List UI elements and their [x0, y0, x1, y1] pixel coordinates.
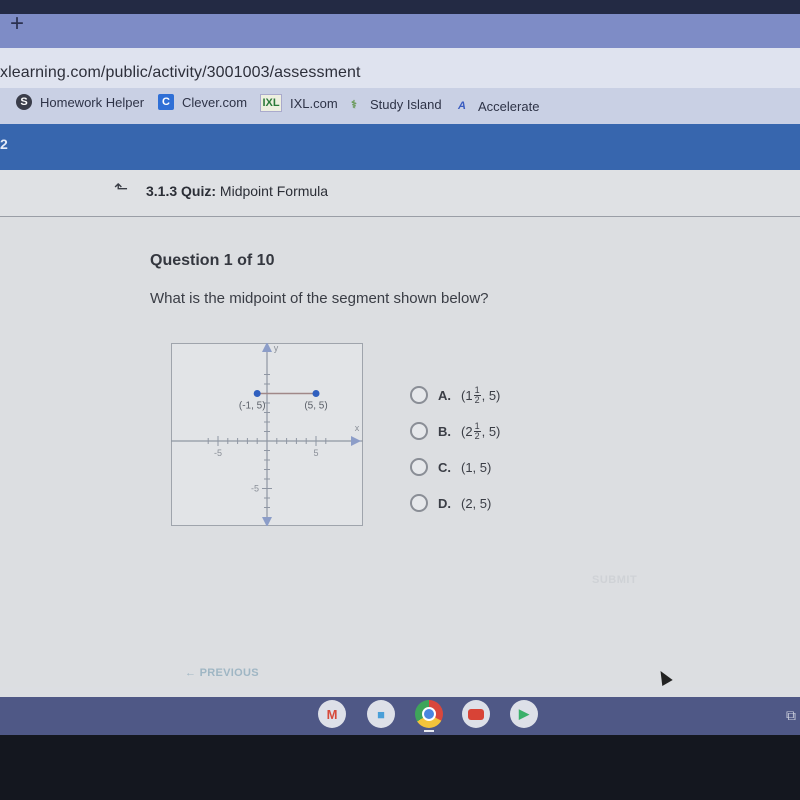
- y-axis-arrow-up: [262, 343, 272, 352]
- numerator: 1: [473, 384, 481, 396]
- fraction: 12: [473, 420, 481, 441]
- denominator: 2: [474, 394, 480, 405]
- screen: + xlearning.com/public/activity/3001003/…: [0, 0, 800, 735]
- x-axis-arrow-right: [351, 436, 361, 446]
- bookmark-label: Homework Helper: [40, 94, 145, 110]
- question-prompt: What is the midpoint of the segment show…: [150, 290, 489, 307]
- bookmark-study-island[interactable]: ⚕ Study Island: [346, 96, 442, 112]
- question-area: Question 1 of 10 What is the midpoint of…: [0, 217, 800, 687]
- site-logo[interactable]: 2: [0, 136, 8, 152]
- radio-button[interactable]: [410, 458, 428, 476]
- bookmark-label: IXL.com: [290, 95, 338, 111]
- radio-button[interactable]: [410, 494, 428, 512]
- quiz-name: Midpoint Formula: [219, 183, 329, 199]
- bookmark-label: Accelerate: [478, 98, 540, 114]
- choice-d[interactable]: D. (2, 5): [410, 485, 500, 521]
- answer-choices: A. (112, 5) B. (212, 5) C. (1, 5) D.: [410, 377, 500, 521]
- choice-letter: D.: [438, 495, 451, 511]
- url-text[interactable]: xlearning.com/public/activity/3001003/as…: [0, 64, 361, 82]
- denominator: 2: [474, 430, 480, 441]
- ixl-icon: IXL: [260, 94, 282, 112]
- bookmark-label: Clever.com: [182, 94, 248, 110]
- bookmark-clever[interactable]: C Clever.com: [158, 94, 247, 110]
- y-axis-label: y: [274, 343, 279, 353]
- previous-button[interactable]: ← PREVIOUS: [185, 667, 259, 679]
- accelerate-icon: A: [458, 100, 466, 112]
- chrome-icon[interactable]: [415, 700, 443, 728]
- bookmarks-bar: S Homework Helper C Clever.com IXL IXL.c…: [0, 88, 800, 126]
- rest: , 5): [481, 387, 501, 403]
- running-indicator: [424, 730, 434, 732]
- new-tab-button[interactable]: +: [10, 12, 24, 36]
- point-label-1: (-1, 5): [239, 401, 266, 412]
- gmail-icon[interactable]: M: [318, 700, 346, 728]
- homework-helper-icon: S: [16, 94, 32, 110]
- choice-c[interactable]: C. (1, 5): [410, 449, 500, 485]
- choice-letter: A.: [438, 387, 451, 403]
- bookmark-ixl[interactable]: IXL IXL.com: [260, 94, 338, 112]
- rest: , 5): [481, 423, 501, 439]
- radio-button[interactable]: [410, 386, 428, 404]
- choice-value: (1, 5): [461, 459, 492, 475]
- play-store-icon[interactable]: ▶: [510, 700, 538, 728]
- point-label-2: (5, 5): [304, 401, 327, 412]
- youtube-icon[interactable]: [462, 700, 490, 728]
- whole-part: 2: [465, 423, 473, 439]
- y-axis-arrow-down: [262, 517, 272, 526]
- docs-icon[interactable]: ■: [367, 700, 395, 728]
- site-header: 2: [0, 124, 800, 170]
- quiz-header: ⬑ 3.1.3 Quiz: Midpoint Formula: [0, 170, 800, 217]
- numerator: 1: [473, 420, 481, 432]
- study-island-icon: ⚕: [351, 98, 357, 111]
- quiz-number: 3.1.3: [146, 183, 178, 199]
- graph-svg: -5 5 -5 x y (-1, 5) (5, 5): [171, 343, 363, 526]
- address-bar[interactable]: xlearning.com/public/activity/3001003/as…: [0, 48, 800, 90]
- quiz-label: Quiz:: [181, 183, 217, 199]
- bezel: [0, 0, 800, 14]
- bookmark-homework-helper[interactable]: S Homework Helper: [16, 94, 144, 110]
- os-shelf: M ■ ▶ ⧉: [0, 697, 800, 735]
- back-to-activity-icon[interactable]: ⬑: [114, 179, 128, 199]
- bookmark-label: Study Island: [370, 96, 442, 112]
- fraction: 12: [473, 384, 481, 405]
- choice-a[interactable]: A. (1 1 2, 5): [410, 377, 500, 413]
- point-2: [312, 390, 320, 397]
- choice-b[interactable]: B. (2 1 2, 5): [410, 413, 500, 449]
- quiz-title: 3.1.3 Quiz: Midpoint Formula: [146, 183, 328, 199]
- choice-letter: B.: [438, 423, 451, 439]
- choice-value: (2 1 2, 5): [461, 420, 501, 441]
- bookmark-accelerate[interactable]: A Accelerate: [454, 98, 539, 114]
- x-axis-label: x: [355, 423, 360, 433]
- x-tick-label-neg5: -5: [214, 448, 222, 458]
- radio-button[interactable]: [410, 422, 428, 440]
- choice-letter: C.: [438, 459, 451, 475]
- clever-icon: C: [158, 94, 174, 110]
- y-tick-label-neg5: -5: [251, 484, 259, 494]
- submit-button[interactable]: SUBMIT: [592, 574, 637, 586]
- coordinate-graph: -5 5 -5 x y (-1, 5) (5, 5): [171, 343, 363, 526]
- whole-part: 1: [465, 387, 473, 403]
- point-1: [253, 390, 261, 397]
- screen-capture-icon[interactable]: ⧉: [786, 707, 796, 724]
- question-counter: Question 1 of 10: [150, 252, 275, 269]
- choice-value: (1 1 2, 5): [461, 384, 501, 405]
- tab-strip: +: [0, 0, 800, 48]
- x-tick-label-5: 5: [313, 448, 318, 458]
- choice-value: (2, 5): [461, 495, 492, 511]
